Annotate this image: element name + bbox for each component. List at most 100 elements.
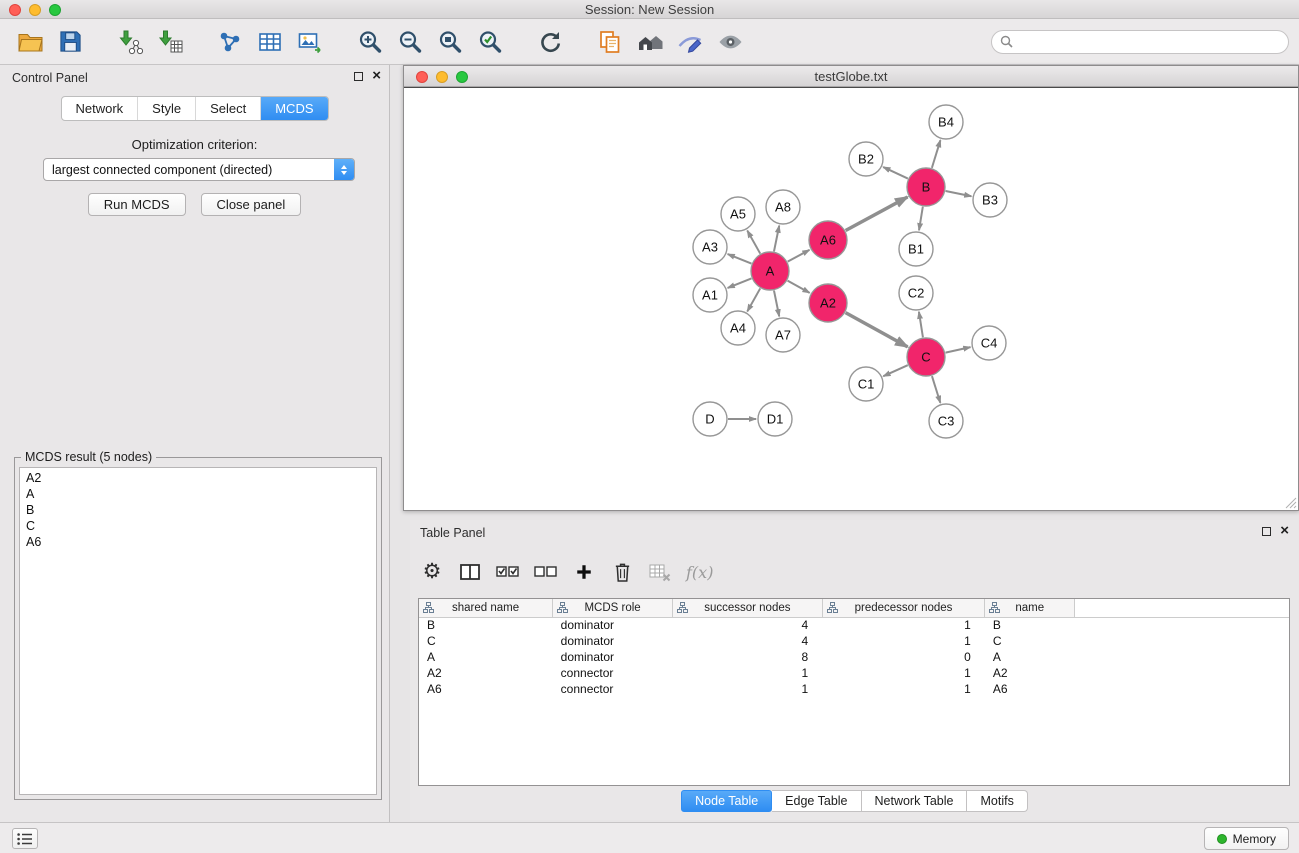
- destroy-table-button[interactable]: [648, 559, 672, 585]
- table-cell[interactable]: 1: [822, 633, 985, 649]
- edge-A-A8[interactable]: [774, 226, 779, 252]
- edge-A-A6[interactable]: [788, 250, 810, 262]
- tab-network-table[interactable]: Network Table: [862, 790, 968, 812]
- birds-eye-button[interactable]: [710, 24, 750, 60]
- annotation-button[interactable]: [670, 24, 710, 60]
- edge-A-A4[interactable]: [747, 288, 760, 311]
- edge-B-B1[interactable]: [919, 207, 923, 230]
- node-C4[interactable]: C4: [972, 326, 1006, 360]
- mcds-result-item[interactable]: A: [20, 486, 376, 502]
- tab-edge-table[interactable]: Edge Table: [772, 790, 861, 812]
- node-A2[interactable]: A2: [809, 284, 847, 322]
- table-row[interactable]: Bdominator41B: [419, 617, 1289, 633]
- node-A5[interactable]: A5: [721, 197, 755, 231]
- node-C3[interactable]: C3: [929, 404, 963, 438]
- column-header-successor-nodes[interactable]: successor nodes: [673, 599, 823, 617]
- edge-B-B2[interactable]: [883, 167, 908, 179]
- close-table-panel-icon[interactable]: ×: [1280, 526, 1289, 536]
- search-input[interactable]: [1018, 35, 1280, 49]
- edge-A-A3[interactable]: [728, 254, 752, 264]
- column-header-name[interactable]: name: [985, 599, 1075, 617]
- table-cell[interactable]: dominator: [553, 649, 673, 665]
- table-cell[interactable]: connector: [553, 665, 673, 681]
- new-table-button[interactable]: [250, 24, 290, 60]
- zoom-selected-button[interactable]: [470, 24, 510, 60]
- edge-C-C4[interactable]: [946, 347, 971, 353]
- table-cell[interactable]: B: [985, 617, 1075, 633]
- close-panel-icon[interactable]: ×: [372, 71, 381, 81]
- table-cell[interactable]: A: [985, 649, 1075, 665]
- table-row[interactable]: A2connector11A2: [419, 665, 1289, 681]
- select-all-button[interactable]: [496, 559, 520, 585]
- show-columns-button[interactable]: [458, 559, 482, 585]
- tab-mcds[interactable]: MCDS: [260, 97, 327, 120]
- mcds-result-item[interactable]: A2: [20, 470, 376, 486]
- node-D1[interactable]: D1: [758, 402, 792, 436]
- tab-node-table[interactable]: Node Table: [681, 790, 772, 812]
- edge-A2-C[interactable]: [846, 313, 908, 347]
- table-cell[interactable]: dominator: [553, 633, 673, 649]
- resize-grip[interactable]: [1285, 497, 1297, 509]
- node-C1[interactable]: C1: [849, 367, 883, 401]
- deselect-all-button[interactable]: [534, 559, 558, 585]
- table-cell[interactable]: B: [419, 617, 553, 633]
- float-panel-icon[interactable]: [354, 72, 363, 81]
- add-column-button[interactable]: [572, 559, 596, 585]
- memory-button[interactable]: Memory: [1204, 827, 1289, 850]
- zoom-out-button[interactable]: [390, 24, 430, 60]
- table-cell[interactable]: 1: [673, 681, 823, 697]
- new-network-button[interactable]: [210, 24, 250, 60]
- node-A1[interactable]: A1: [693, 278, 727, 312]
- zoom-in-button[interactable]: [350, 24, 390, 60]
- close-panel-button[interactable]: Close panel: [201, 193, 302, 216]
- edge-C-C1[interactable]: [883, 365, 907, 376]
- network-window-titlebar[interactable]: testGlobe.txt: [404, 66, 1298, 87]
- tab-network[interactable]: Network: [61, 97, 137, 120]
- table-settings-button[interactable]: ⚙: [420, 559, 444, 585]
- table-row[interactable]: Cdominator41C: [419, 633, 1289, 649]
- edge-B-B4[interactable]: [932, 140, 941, 168]
- column-header-predecessor-nodes[interactable]: predecessor nodes: [822, 599, 985, 617]
- column-header-shared-name[interactable]: shared name: [419, 599, 553, 617]
- table-cell[interactable]: connector: [553, 681, 673, 697]
- node-B1[interactable]: B1: [899, 232, 933, 266]
- open-session-button[interactable]: [10, 24, 50, 60]
- tab-motifs[interactable]: Motifs: [967, 790, 1027, 812]
- table-row[interactable]: A6connector11A6: [419, 681, 1289, 697]
- table-cell[interactable]: A6: [419, 681, 553, 697]
- tab-style[interactable]: Style: [137, 97, 195, 120]
- edge-A-A5[interactable]: [747, 231, 760, 254]
- delete-column-button[interactable]: [610, 559, 634, 585]
- node-B3[interactable]: B3: [973, 183, 1007, 217]
- float-table-panel-icon[interactable]: [1262, 527, 1271, 536]
- node-A8[interactable]: A8: [766, 190, 800, 224]
- node-A[interactable]: A: [751, 252, 789, 290]
- edge-B-B3[interactable]: [946, 191, 972, 196]
- column-header-MCDS-role[interactable]: MCDS role: [553, 599, 673, 617]
- edge-C-C2[interactable]: [919, 312, 923, 337]
- first-neighbors-button[interactable]: [630, 24, 670, 60]
- node-A7[interactable]: A7: [766, 318, 800, 352]
- table-cell[interactable]: 1: [822, 617, 985, 633]
- table-cell[interactable]: 1: [673, 665, 823, 681]
- table-cell[interactable]: A2: [985, 665, 1075, 681]
- function-builder-button[interactable]: f(x): [686, 559, 713, 585]
- edge-A-A2[interactable]: [788, 281, 810, 293]
- zoom-fit-button[interactable]: [430, 24, 470, 60]
- mcds-result-item[interactable]: C: [20, 518, 376, 534]
- node-A4[interactable]: A4: [721, 311, 755, 345]
- edge-A6-B[interactable]: [846, 197, 908, 230]
- apply-layout-button[interactable]: [530, 24, 570, 60]
- table-cell[interactable]: A6: [985, 681, 1075, 697]
- table-cell[interactable]: A2: [419, 665, 553, 681]
- table-cell[interactable]: 8: [673, 649, 823, 665]
- node-A3[interactable]: A3: [693, 230, 727, 264]
- table-cell[interactable]: A: [419, 649, 553, 665]
- table-cell[interactable]: 1: [822, 681, 985, 697]
- table-cell[interactable]: C: [985, 633, 1075, 649]
- run-mcds-button[interactable]: Run MCDS: [88, 193, 186, 216]
- task-history-button[interactable]: [12, 828, 38, 849]
- table-cell[interactable]: 1: [822, 665, 985, 681]
- tab-select[interactable]: Select: [195, 97, 260, 120]
- table-cell[interactable]: 4: [673, 633, 823, 649]
